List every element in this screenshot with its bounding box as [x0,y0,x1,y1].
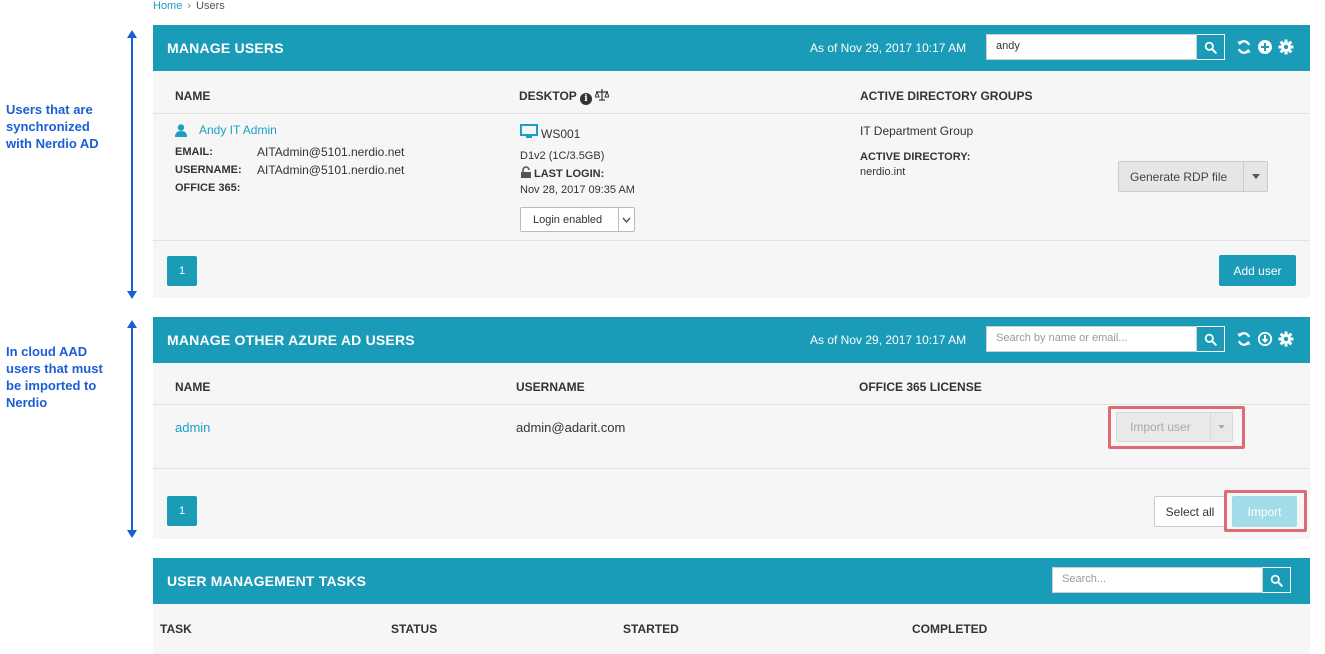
panel-title: USER MANAGEMENT TASKS [167,573,367,589]
gear-icon[interactable] [1278,39,1294,55]
username-value: AITAdmin@5101.nerdio.net [257,163,405,177]
import-button[interactable]: Import [1232,496,1297,527]
breadcrumb-separator: › [187,0,192,12]
refresh-icon[interactable] [1236,39,1252,55]
as-of-timestamp: As of Nov 29, 2017 10:17 AM [810,333,967,347]
generate-rdp-button[interactable]: Generate RDP file [1118,161,1268,192]
divider [153,404,1310,405]
manage-users-panel: MANAGE USERS As of Nov 29, 2017 10:17 AM… [153,25,1310,298]
chevron-down-icon [618,208,634,231]
column-name[interactable]: NAME [175,380,210,394]
as-of-timestamp: As of Nov 29, 2017 10:17 AM [810,41,967,55]
column-desktop-label: DESKTOP [519,89,577,103]
annotation-cloud-users: In cloud AAD users that must be imported… [6,344,103,410]
panel-title: MANAGE OTHER AZURE AD USERS [167,332,415,348]
monitor-icon [520,124,538,138]
import-user-button[interactable]: Import user [1116,412,1233,442]
pagination-page-1[interactable]: 1 [167,496,197,526]
user-username: admin@adarit.com [516,420,626,435]
dropdown-caret-icon[interactable] [1210,413,1232,441]
breadcrumb: Home › Users [153,0,225,12]
refresh-icon[interactable] [1236,331,1252,347]
panel-title: MANAGE USERS [167,40,284,56]
login-status-value: Login enabled [533,213,603,226]
search-button[interactable] [1197,34,1225,60]
column-ad-groups[interactable]: ACTIVE DIRECTORY GROUPS [860,89,1032,103]
user-name-link[interactable]: Andy IT Admin [199,123,277,137]
user-name-link[interactable]: admin [175,420,210,435]
ad-group-name: IT Department Group [860,124,974,138]
search-button[interactable] [1263,567,1291,593]
manage-users-header: MANAGE USERS As of Nov 29, 2017 10:17 AM… [153,25,1310,71]
search-input[interactable]: andy [986,34,1197,60]
divider [153,240,1310,241]
pagination-page-1[interactable]: 1 [167,256,197,286]
divider [153,468,1310,469]
column-started[interactable]: STARTED [623,622,679,636]
manage-other-users-panel: MANAGE OTHER AZURE AD USERS As of Nov 29… [153,317,1310,539]
column-completed[interactable]: COMPLETED [912,622,987,636]
balance-scale-icon[interactable] [594,89,611,101]
lock-icon [521,166,531,178]
search-icon [1204,41,1217,54]
column-username[interactable]: USERNAME [516,380,585,394]
column-task[interactable]: TASK [160,622,192,636]
column-desktop[interactable]: DESKTOP i [519,89,611,105]
column-name[interactable]: NAME [175,89,210,103]
annotation-arrow-bottom [127,320,137,538]
dropdown-caret-icon[interactable] [1243,162,1267,191]
login-status-select[interactable]: Login enabled [520,207,635,232]
last-login-label: LAST LOGIN: [534,168,605,180]
annotation-synced-users: Users that are synchronized with Nerdio … [6,102,99,151]
email-value: AITAdmin@5101.nerdio.net [257,145,405,159]
download-circle-icon[interactable] [1257,331,1273,347]
generate-rdp-label: Generate RDP file [1130,169,1228,184]
select-all-button[interactable]: Select all [1154,496,1226,527]
import-user-label: Import user [1130,420,1191,434]
search-input[interactable]: Search by name or email... [986,326,1197,352]
last-login-value: Nov 28, 2017 09:35 AM [520,184,635,196]
tasks-header: USER MANAGEMENT TASKS Search... [153,558,1310,604]
active-directory-label: ACTIVE DIRECTORY: [860,151,971,163]
gear-icon[interactable] [1278,331,1294,347]
desktop-name: WS001 [541,127,581,141]
active-directory-value: nerdio.int [860,166,906,178]
column-office365-license[interactable]: OFFICE 365 LICENSE [859,380,982,394]
user-management-tasks-panel: USER MANAGEMENT TASKS Search... TASK STA… [153,558,1310,654]
add-user-button[interactable]: Add user [1219,255,1296,286]
office365-label: OFFICE 365: [175,182,241,194]
desktop-spec: D1v2 (1C/3.5GB) [520,150,605,162]
user-icon [175,124,187,137]
search-icon [1204,333,1217,346]
annotation-arrow-top [127,30,137,299]
username-label: USERNAME: [175,164,242,176]
search-input[interactable]: Search... [1052,567,1263,593]
search-button[interactable] [1197,326,1225,352]
breadcrumb-home[interactable]: Home [153,0,182,12]
info-icon[interactable]: i [579,93,592,105]
breadcrumb-current: Users [196,0,225,12]
search-icon [1270,574,1283,587]
email-label: EMAIL: [175,146,213,158]
manage-other-users-header: MANAGE OTHER AZURE AD USERS As of Nov 29… [153,317,1310,363]
add-circle-icon[interactable] [1257,39,1273,55]
user-row: Andy IT Admin EMAIL: AITAdmin@5101.nerdi… [153,114,1310,240]
column-status[interactable]: STATUS [391,622,437,636]
